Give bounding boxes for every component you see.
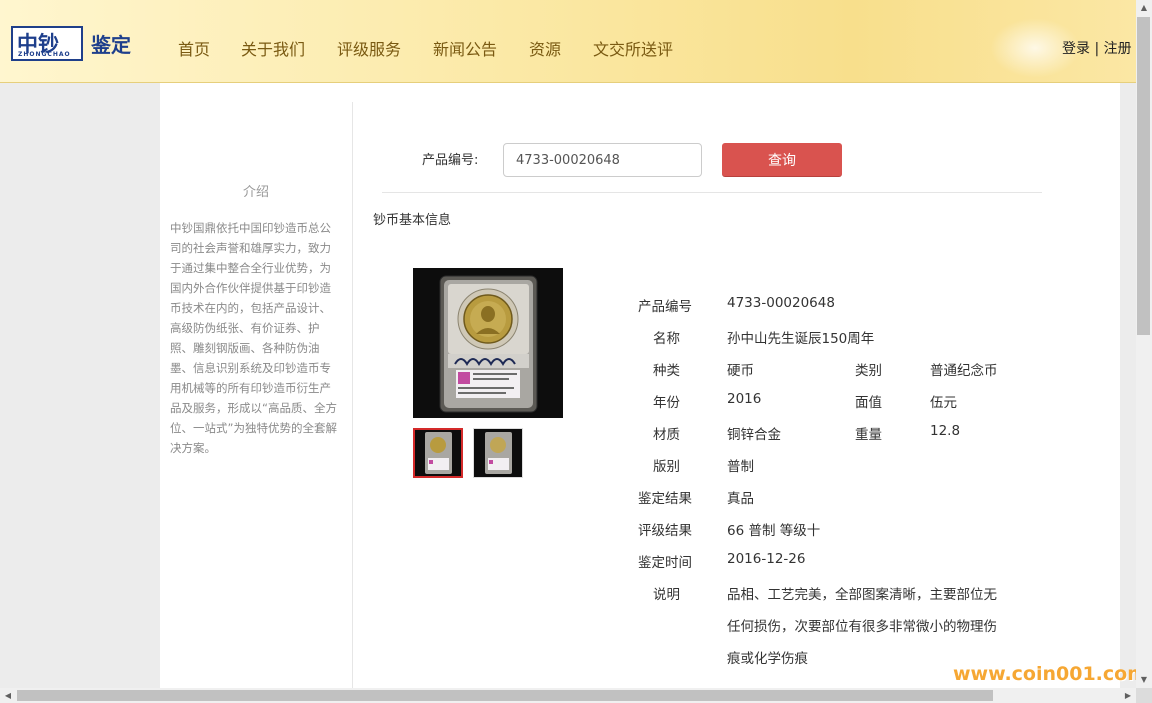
auth-links: 登录 | 注册 (1062, 38, 1132, 58)
scrollbar-corner (1136, 688, 1152, 703)
nav-item-about[interactable]: 关于我们 (241, 36, 305, 60)
intro-text: 中钞国鼎依托中国印钞造币总公司的社会声誉和雄厚实力，致力于通过集中整合全行业优势… (170, 221, 337, 455)
product-number-value: 4733-00020648 (727, 295, 835, 311)
grade-result-label: 评级结果 (638, 523, 692, 539)
search-label: 产品编号: (422, 153, 479, 168)
weight-label: 重量 (855, 427, 882, 443)
site-logo[interactable]: 中钞 ZHONGCHAO 鉴定 (11, 26, 141, 62)
logo-sub-text: 鉴定 (91, 33, 131, 57)
category-value: 普通纪念币 (930, 363, 998, 379)
name-value: 孙中山先生诞辰150周年 (727, 331, 875, 347)
coin-slab-image (413, 268, 563, 418)
grade-result-value: 66 普制 等级十 (727, 523, 821, 539)
edition-value: 普制 (727, 459, 754, 475)
category-label: 类别 (855, 363, 882, 379)
appraisal-date-value: 2016-12-26 (727, 551, 806, 567)
logo-box: 中钞 ZHONGCHAO (11, 26, 83, 61)
register-link[interactable]: 注册 (1104, 41, 1132, 57)
weight-value: 12.8 (930, 423, 961, 439)
intro-title: 介绍 (242, 185, 269, 200)
face-value: 伍元 (930, 395, 957, 411)
scroll-left-arrow-icon[interactable]: ◀ (0, 688, 16, 703)
authentication-result-value: 真品 (727, 491, 754, 507)
nav-item-exchange[interactable]: 文交所送评 (593, 36, 673, 60)
name-label: 名称 (653, 331, 680, 347)
section-divider (382, 192, 1042, 193)
note-label: 说明 (653, 587, 680, 603)
product-number-input[interactable] (503, 143, 702, 177)
site-watermark: www.coin001.com (953, 663, 1148, 685)
coin-thumbnail-front[interactable] (413, 428, 463, 478)
auth-separator: | (1094, 41, 1100, 57)
face-value-label: 面值 (855, 395, 882, 411)
nav-item-news[interactable]: 新闻公告 (433, 36, 497, 60)
nav-item-resources[interactable]: 资源 (529, 36, 561, 60)
sidebar-divider (352, 102, 353, 688)
material-label: 材质 (653, 427, 680, 443)
coin-photo[interactable] (413, 268, 563, 418)
login-link[interactable]: 登录 (1062, 41, 1090, 57)
scroll-right-arrow-icon[interactable]: ▶ (1120, 688, 1136, 703)
nav-item-grading[interactable]: 评级服务 (337, 36, 401, 60)
logo-en-text: ZHONGCHAO (18, 51, 71, 58)
query-button[interactable]: 查询 (722, 143, 842, 177)
section-title: 钞币基本信息 (373, 213, 452, 228)
year-value: 2016 (727, 391, 762, 407)
content-panel: 介绍 中钞国鼎依托中国印钞造币总公司的社会声誉和雄厚实力，致力于通过集中整合全行… (160, 83, 1120, 688)
type-label: 种类 (653, 363, 680, 379)
site-header: 中钞 ZHONGCHAO 鉴定 首页 关于我们 评级服务 新闻公告 资源 文交所… (0, 0, 1136, 83)
coin-thumbnail-back[interactable] (473, 428, 523, 478)
material-value: 铜锌合金 (727, 427, 781, 443)
appraisal-date-label: 鉴定时间 (638, 555, 692, 571)
note-value: 品相、工艺完美，全部图案清晰，主要部位无任何损伤，次要部位有很多非常微小的物理伤… (727, 587, 997, 667)
scroll-down-arrow-icon[interactable]: ▼ (1136, 672, 1152, 688)
type-value: 硬币 (727, 363, 754, 379)
product-number-label: 产品编号 (638, 299, 692, 315)
edition-label: 版别 (653, 459, 680, 475)
thumbnail-back-image (474, 429, 522, 477)
authentication-result-label: 鉴定结果 (638, 491, 692, 507)
vertical-scrollbar-thumb[interactable] (1137, 17, 1150, 335)
year-label: 年份 (653, 395, 680, 411)
horizontal-scrollbar-thumb[interactable] (17, 690, 993, 701)
thumbnail-front-image (415, 430, 461, 476)
scroll-up-arrow-icon[interactable]: ▲ (1136, 0, 1152, 16)
nav-item-home[interactable]: 首页 (178, 36, 210, 60)
